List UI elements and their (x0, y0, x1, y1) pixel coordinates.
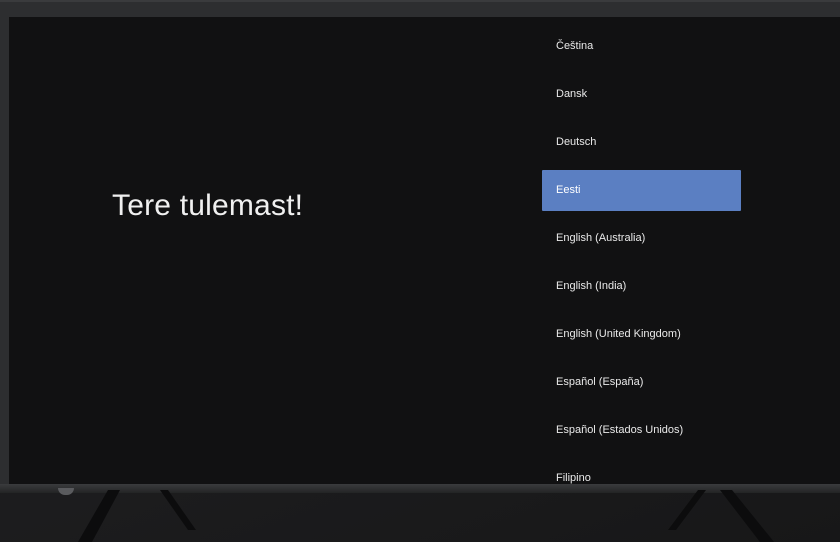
right-leg-icon (668, 490, 774, 542)
welcome-heading: Tere tulemast! (112, 189, 304, 222)
tv-bezel: Tere tulemast! Čeština Dansk Deutsch Ees… (0, 0, 840, 493)
left-leg-icon (78, 490, 196, 542)
language-item-english-india[interactable]: English (India) (542, 266, 741, 307)
language-list[interactable]: Čeština Dansk Deutsch Eesti English (Aus… (542, 17, 742, 484)
tv-stand-legs (78, 490, 774, 542)
language-item-espanol-us[interactable]: Español (Estados Unidos) (542, 410, 741, 451)
tv-screen: Tere tulemast! Čeština Dansk Deutsch Ees… (9, 17, 840, 484)
language-item-eesti[interactable]: Eesti (542, 170, 741, 211)
language-item-cestina[interactable]: Čeština (542, 26, 741, 67)
language-item-espanol-espana[interactable]: Español (España) (542, 362, 741, 403)
tv-scene: Tere tulemast! Čeština Dansk Deutsch Ees… (0, 0, 840, 542)
language-item-english-uk[interactable]: English (United Kingdom) (542, 314, 741, 355)
language-item-deutsch[interactable]: Deutsch (542, 122, 741, 163)
language-item-english-australia[interactable]: English (Australia) (542, 218, 741, 259)
language-item-filipino[interactable]: Filipino (542, 458, 741, 484)
language-item-dansk[interactable]: Dansk (542, 74, 741, 115)
